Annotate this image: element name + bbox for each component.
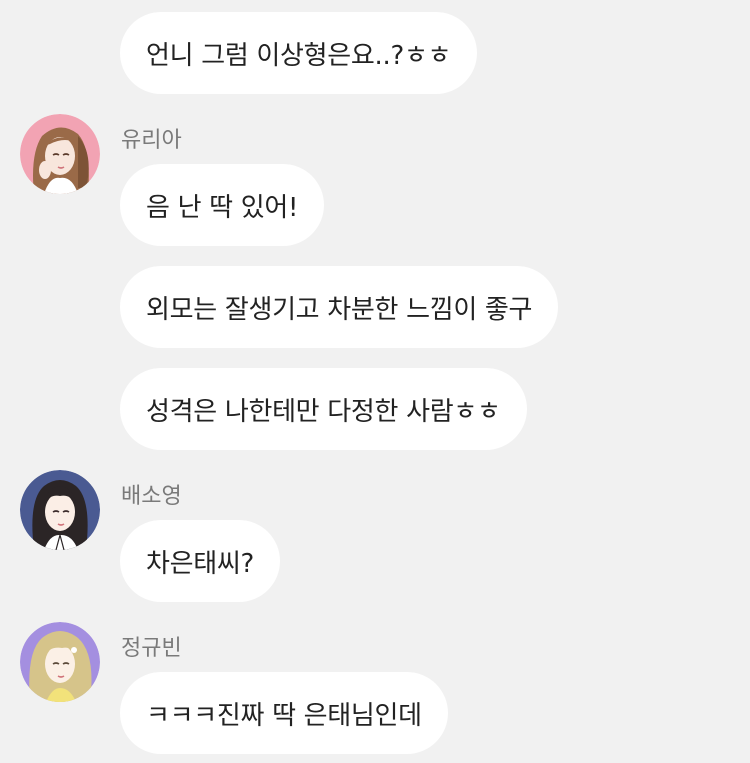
message-text: ㅋㅋㅋ진짜 딱 은태님인데 (146, 700, 422, 731)
message-text: 차은태씨? (146, 548, 254, 579)
avatar-gyubin-icon (20, 622, 100, 702)
message-text: 외모는 잘생기고 차분한 느낌이 좋구 (146, 294, 533, 325)
avatar-gyubin[interactable] (20, 622, 100, 702)
message-bubble[interactable]: 외모는 잘생기고 차분한 느낌이 좋구 (120, 266, 559, 348)
avatar-yuria-icon (20, 114, 100, 194)
message-text: 언니 그럼 이상형은요..?ㅎㅎ (146, 40, 452, 71)
message-bubble[interactable]: 성격은 나한테만 다정한 사람ㅎㅎ (120, 368, 527, 450)
avatar-soyoung-icon (20, 470, 100, 550)
message-bubble[interactable]: ㅋㅋㅋ진짜 딱 은태님인데 (120, 672, 448, 754)
message-bubble[interactable]: 음 난 딱 있어! (120, 164, 325, 246)
avatar-soyoung[interactable] (20, 470, 100, 550)
message-text: 성격은 나한테만 다정한 사람ㅎㅎ (146, 396, 501, 427)
message-bubble[interactable]: 언니 그럼 이상형은요..?ㅎㅎ (120, 12, 478, 94)
sender-name: 정규빈 (121, 636, 182, 661)
avatar-yuria[interactable] (20, 114, 100, 194)
sender-name: 배소영 (121, 484, 182, 509)
message-text: 음 난 딱 있어! (146, 192, 299, 223)
message-bubble[interactable]: 차은태씨? (120, 520, 280, 602)
sender-name: 유리아 (121, 128, 182, 153)
